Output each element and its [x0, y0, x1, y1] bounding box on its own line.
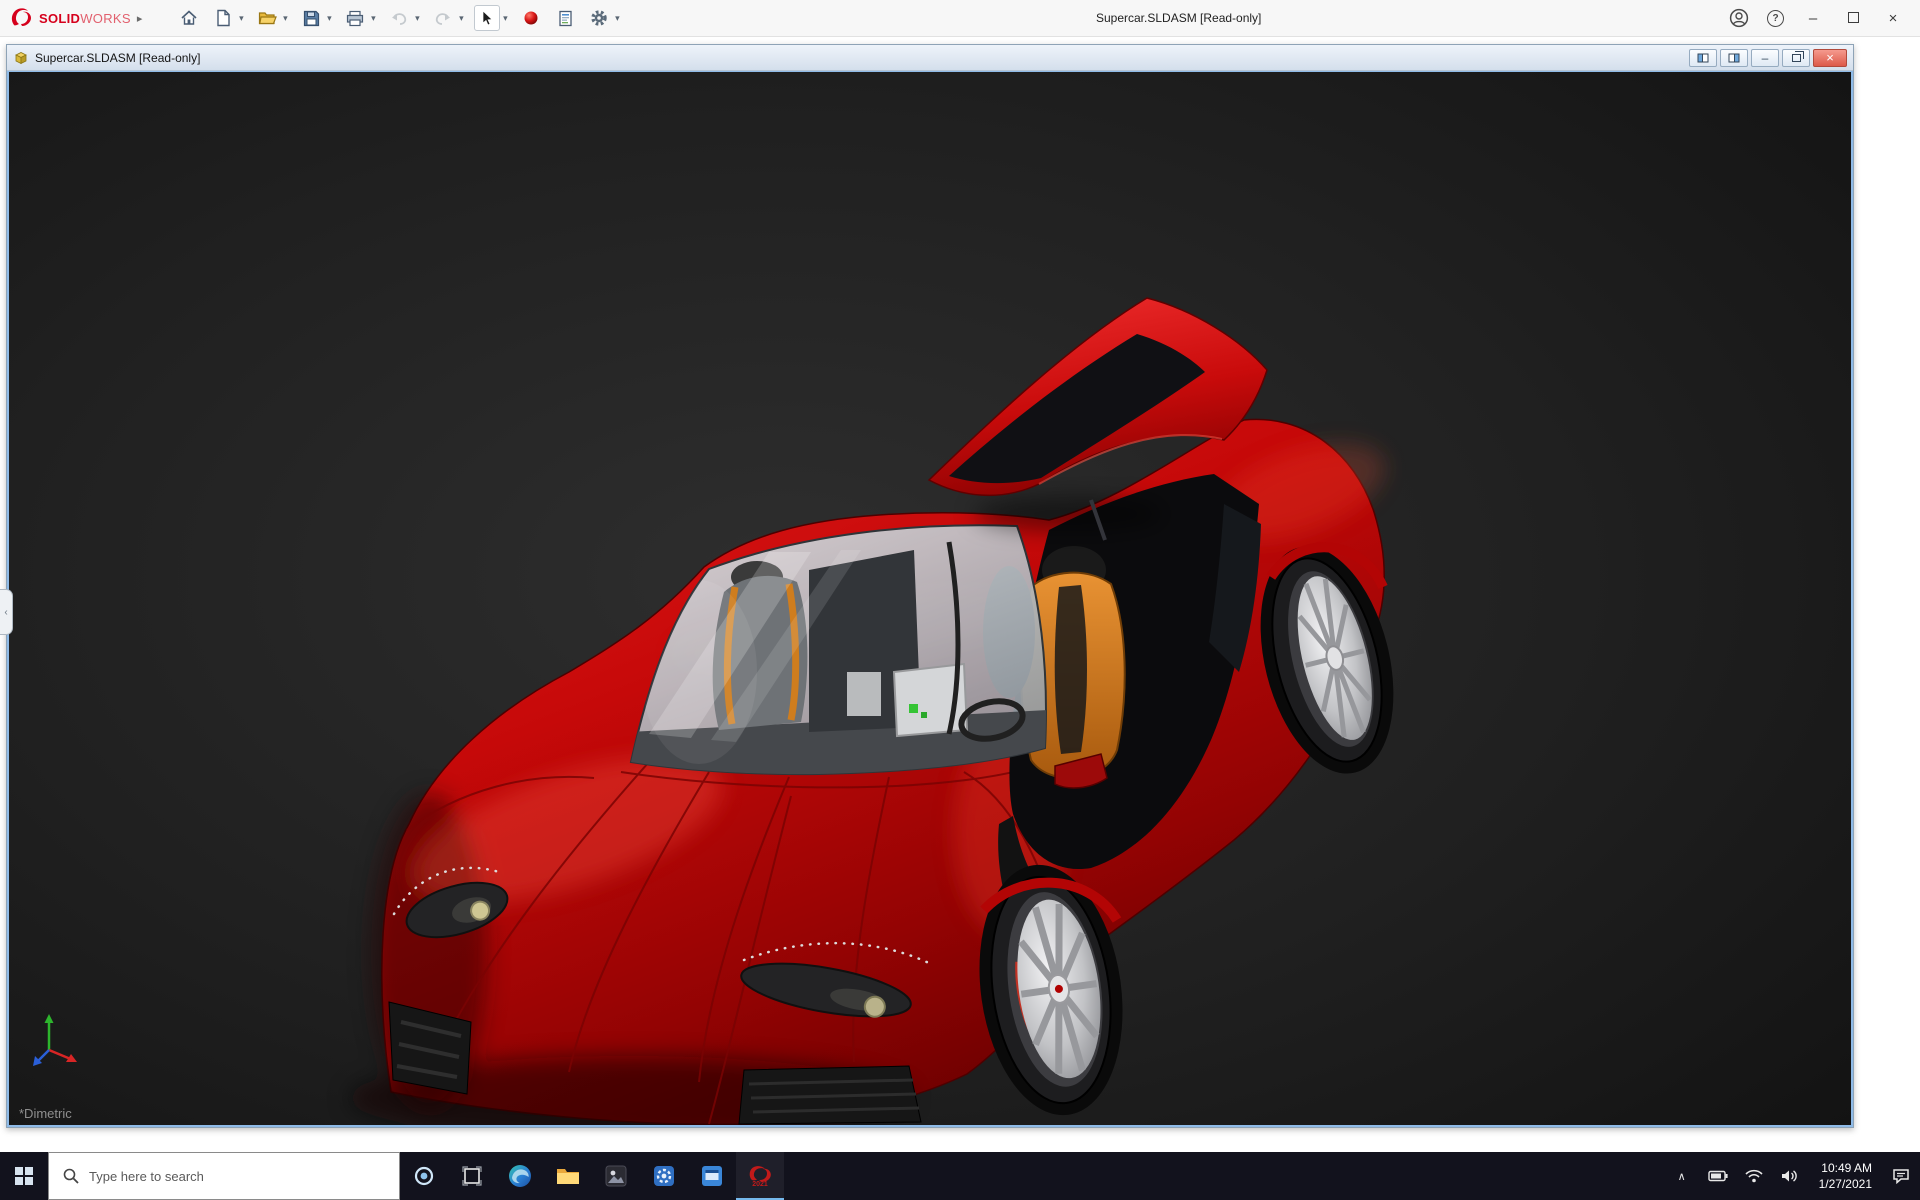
- select-cursor-icon: [480, 10, 494, 26]
- task-pane-collapsed-tab[interactable]: ‹: [0, 589, 13, 635]
- new-document-icon: [215, 9, 231, 27]
- new-document-button[interactable]: [210, 5, 236, 31]
- account-icon[interactable]: [1729, 8, 1749, 28]
- file-properties-icon: [558, 10, 573, 27]
- photos-app-icon: [604, 1164, 628, 1188]
- cortana-icon: [413, 1165, 435, 1187]
- view-orientation-label: *Dimetric: [19, 1106, 72, 1121]
- sw-composer-icon: [700, 1164, 724, 1188]
- network-button[interactable]: [1739, 1156, 1769, 1196]
- doc-restore-button[interactable]: [1782, 49, 1810, 67]
- cortana-button[interactable]: [400, 1152, 448, 1200]
- document-window-controls: – ×: [1689, 49, 1847, 67]
- doc-close-button[interactable]: ×: [1813, 49, 1847, 67]
- document-titlebar[interactable]: Supercar.SLDASM [Read-only]: [7, 45, 1853, 71]
- file-explorer-button[interactable]: [544, 1152, 592, 1200]
- edge-icon: [507, 1163, 533, 1189]
- start-button[interactable]: [0, 1152, 48, 1200]
- photos-app-button[interactable]: [592, 1152, 640, 1200]
- doc-window-option-button-2[interactable]: [1720, 49, 1748, 67]
- clock-date: 1/27/2021: [1819, 1176, 1872, 1192]
- action-center-button[interactable]: [1886, 1156, 1916, 1196]
- solidworks-year-label: 2021: [752, 1181, 768, 1188]
- battery-button[interactable]: [1703, 1156, 1733, 1196]
- open-button[interactable]: [254, 5, 280, 31]
- save-button[interactable]: [298, 5, 324, 31]
- wifi-icon: [1745, 1169, 1763, 1183]
- battery-icon: [1708, 1170, 1728, 1182]
- rebuild-sphere-icon: [523, 10, 539, 26]
- document-title: Supercar.SLDASM [Read-only]: [35, 51, 1683, 65]
- taskbar: Type here to search: [0, 1152, 1920, 1200]
- search-placeholder: Type here to search: [89, 1169, 204, 1184]
- system-tray: ∧: [1667, 1156, 1920, 1196]
- redo-icon: [434, 11, 452, 26]
- print-icon: [346, 10, 364, 27]
- print-dropdown[interactable]: ▾: [368, 13, 378, 24]
- gear-icon: [590, 9, 608, 27]
- brand-text: SOLIDWORKS: [39, 11, 131, 26]
- screen: SOLIDWORKS ▸: [0, 0, 1920, 1200]
- app-close-button[interactable]: ×: [1882, 10, 1904, 27]
- home-button[interactable]: [176, 5, 202, 31]
- 3d-viewport[interactable]: *Dimetric: [7, 71, 1853, 1127]
- help-icon[interactable]: ?: [1767, 10, 1784, 27]
- assembly-doc-icon: [13, 50, 29, 66]
- app-title: Supercar.SLDASM [Read-only]: [628, 11, 1729, 25]
- open-dropdown[interactable]: ▾: [280, 13, 290, 24]
- file-properties-button[interactable]: [552, 5, 578, 31]
- quick-access-toolbar: ▾ ▾ ▾: [176, 5, 628, 31]
- app-maximize-button[interactable]: [1842, 10, 1864, 27]
- rebuild-button[interactable]: [518, 5, 544, 31]
- undo-button[interactable]: [386, 5, 412, 31]
- app-minimize-button[interactable]: –: [1802, 10, 1824, 27]
- solidworks-taskbar-button[interactable]: 2021: [736, 1152, 784, 1200]
- split-window-icon: [1697, 53, 1709, 63]
- undo-dropdown[interactable]: ▾: [412, 13, 422, 24]
- file-explorer-icon: [555, 1165, 581, 1187]
- tray-expand-button[interactable]: ∧: [1667, 1156, 1697, 1196]
- edrawings-button[interactable]: [640, 1152, 688, 1200]
- windows-logo-icon: [15, 1167, 33, 1185]
- search-icon: [63, 1168, 79, 1184]
- task-view-button[interactable]: [448, 1152, 496, 1200]
- volume-button[interactable]: [1775, 1156, 1805, 1196]
- mdi-area: Supercar.SLDASM [Read-only]: [0, 37, 1920, 1152]
- tile-window-icon: [1728, 53, 1740, 63]
- options-button[interactable]: [586, 5, 612, 31]
- taskbar-clock[interactable]: 10:49 AM 1/27/2021: [1811, 1160, 1880, 1192]
- redo-button[interactable]: [430, 5, 456, 31]
- new-document-dropdown[interactable]: ▾: [236, 13, 246, 24]
- select-tool-dropdown[interactable]: ▾: [500, 13, 510, 24]
- doc-window-option-button-1[interactable]: [1689, 49, 1717, 67]
- restore-icon: [1792, 54, 1801, 62]
- save-icon: [303, 10, 320, 27]
- document-window: Supercar.SLDASM [Read-only]: [6, 44, 1854, 1128]
- undo-icon: [390, 11, 408, 26]
- maximize-icon: [1848, 12, 1859, 23]
- save-dropdown[interactable]: ▾: [324, 13, 334, 24]
- viewport-canvas[interactable]: [9, 72, 1851, 1125]
- print-button[interactable]: [342, 5, 368, 31]
- app-window-controls: ? – ×: [1729, 8, 1910, 28]
- doc-minimize-button[interactable]: –: [1751, 49, 1779, 67]
- select-tool-button[interactable]: [474, 5, 500, 31]
- solidworks-logo: SOLIDWORKS: [10, 7, 131, 29]
- action-center-icon: [1892, 1168, 1910, 1184]
- open-folder-icon: [258, 10, 277, 26]
- edrawings-icon: [652, 1164, 676, 1188]
- task-view-icon: [461, 1165, 483, 1187]
- redo-dropdown[interactable]: ▾: [456, 13, 466, 24]
- sw-composer-button[interactable]: [688, 1152, 736, 1200]
- clock-time: 10:49 AM: [1819, 1160, 1872, 1176]
- taskbar-search[interactable]: Type here to search: [48, 1152, 400, 1200]
- app-titlebar: SOLIDWORKS ▸: [0, 0, 1920, 37]
- home-icon: [180, 9, 198, 27]
- edge-button[interactable]: [496, 1152, 544, 1200]
- toolbar-flyout-arrow[interactable]: ▸: [137, 12, 143, 25]
- volume-icon: [1781, 1169, 1799, 1183]
- ds-logo-icon: [10, 7, 34, 29]
- options-dropdown[interactable]: ▾: [612, 13, 622, 24]
